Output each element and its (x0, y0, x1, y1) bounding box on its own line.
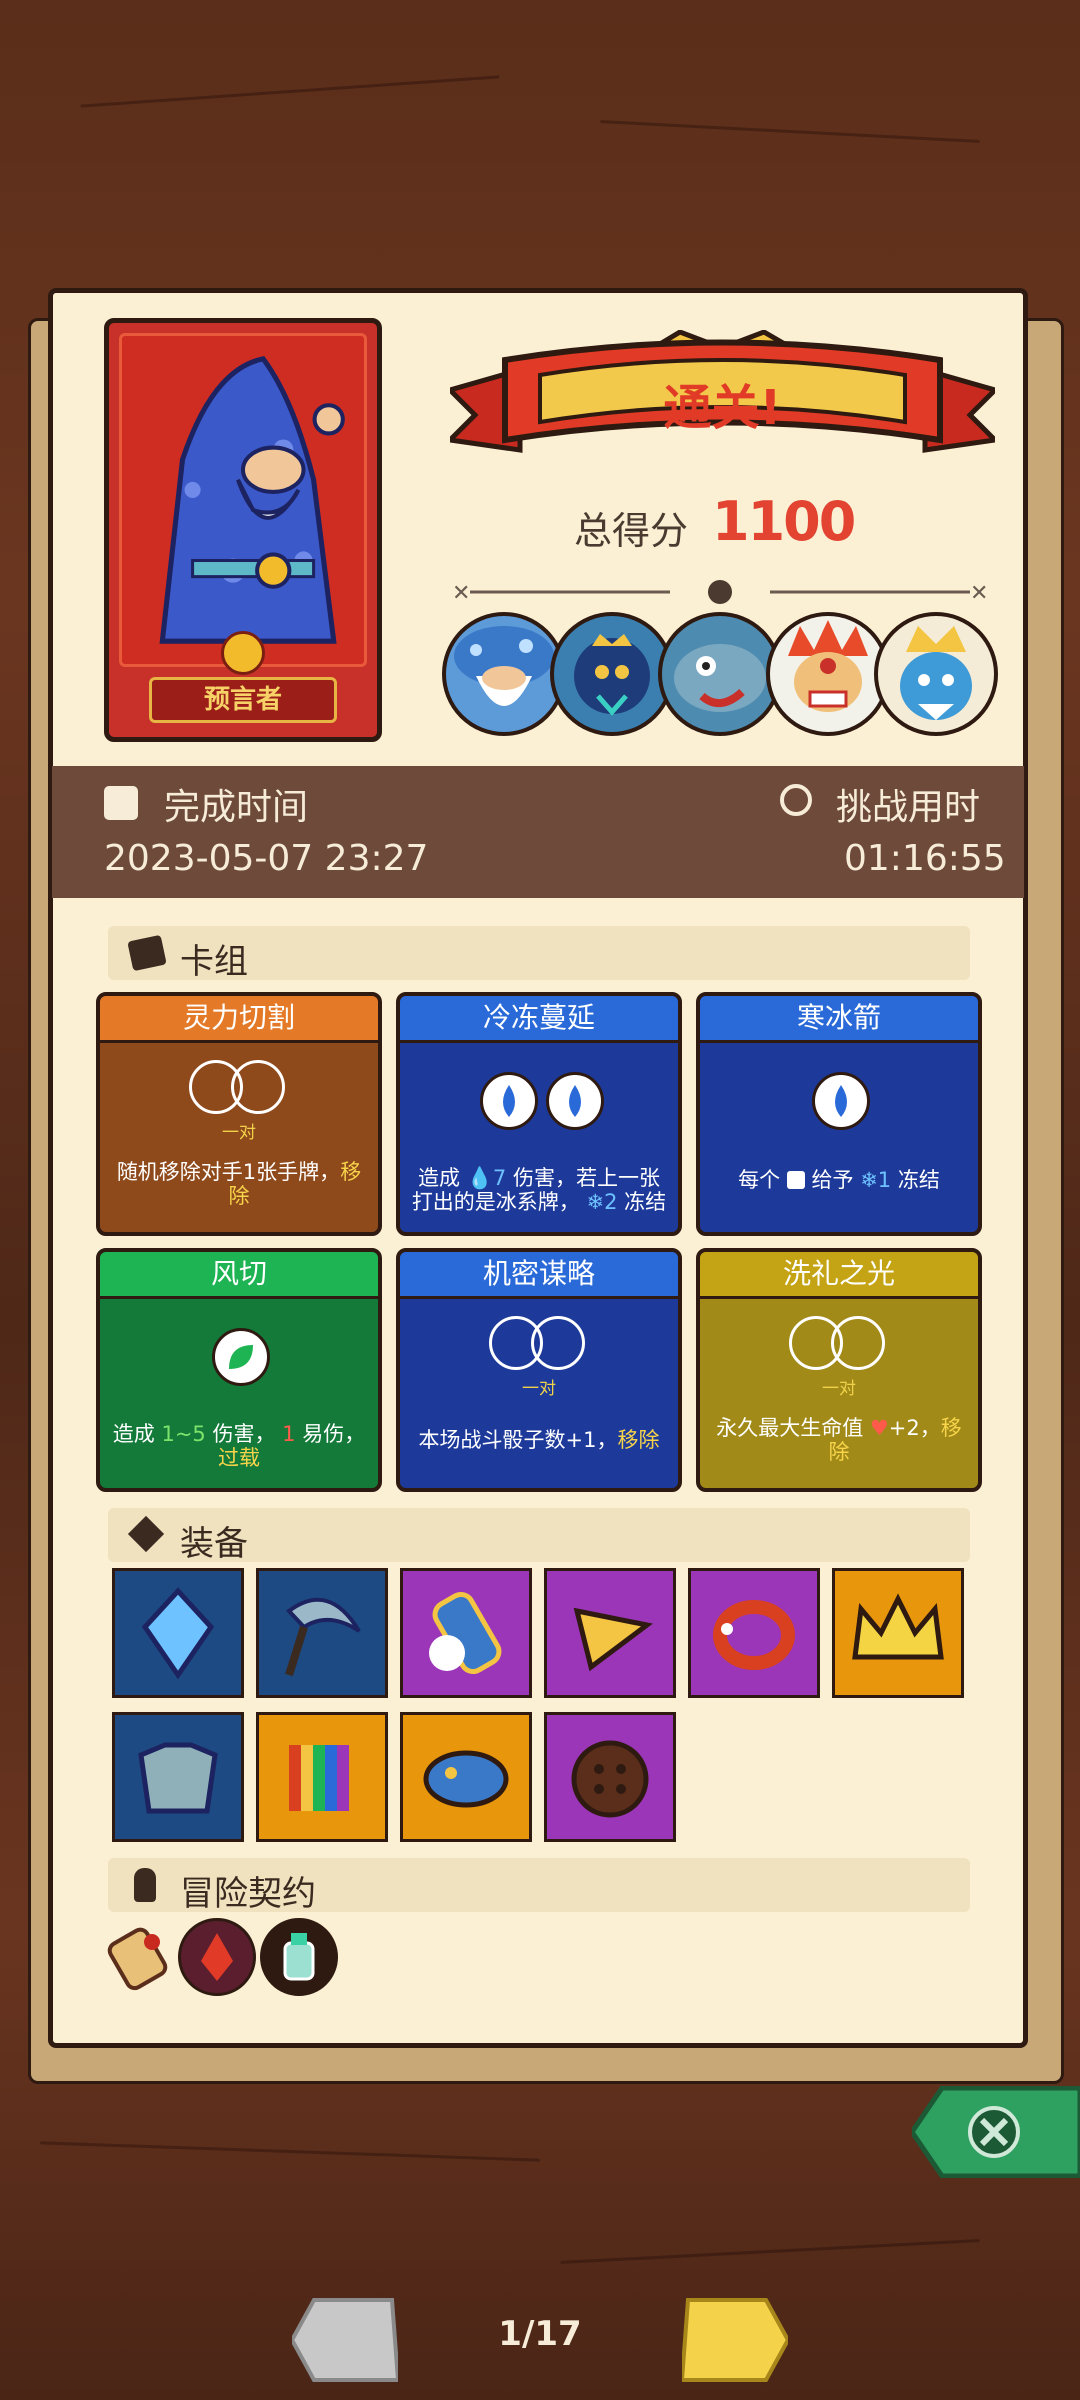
challenge-time-label: 挑战用时 (836, 787, 981, 828)
card-title: 寒冰箭 (700, 996, 978, 1043)
contract-section-header: 冒险契约 (108, 1858, 970, 1914)
page-indicator: 1/17 (498, 2314, 582, 2354)
score-value: 1100 (712, 490, 856, 553)
close-button[interactable] (908, 2085, 1080, 2179)
wood-grain (80, 75, 500, 108)
equipment-title: 装备 (180, 1524, 248, 1564)
paint-palette-icon[interactable] (400, 1712, 532, 1842)
crowned-spider-icon[interactable] (550, 612, 674, 736)
card-description: 本场战斗骰子数+1，移除 (418, 1428, 660, 1452)
next-page-button[interactable] (679, 2296, 791, 2384)
time-band: 完成时间 2023-05-07 23:27 挑战用时 01:16:55 (52, 766, 1024, 898)
wood-grain (600, 120, 980, 143)
wood-grain (40, 2141, 540, 2162)
victory-banner-text: 通关! (663, 380, 782, 436)
card-spirit-cut[interactable]: 灵力切割 一对 随机移除对手1张手牌，移除 (96, 992, 382, 1236)
svg-text:✕: ✕ (970, 581, 988, 606)
card-secret-plan[interactable]: 机密谋略 一对 本场战斗骰子数+1，移除 (396, 1248, 682, 1492)
equipment-section-header: 装备 (108, 1508, 970, 1564)
card-title: 冷冻蔓延 (400, 996, 678, 1043)
card-title: 灵力切割 (100, 996, 378, 1043)
wood-grain (560, 2239, 980, 2264)
card-description: 造成 💧7 伤害，若上一张打出的是冰系牌， ❄2 冻结 (411, 1166, 667, 1214)
challenge-time-value: 01:16:55 (844, 838, 1006, 879)
scale-armor-icon[interactable] (112, 1712, 244, 1842)
rainbow-books-icon[interactable] (256, 1712, 388, 1842)
complete-time-label: 完成时间 (164, 787, 309, 828)
hero-card[interactable]: 预言者 (104, 318, 382, 742)
spiked-bracelet-icon[interactable] (688, 1568, 820, 1698)
scythe-icon[interactable] (256, 1568, 388, 1698)
cards-icon (127, 934, 167, 972)
card-title: 机密谋略 (400, 1252, 678, 1299)
water-drop-icon (480, 1072, 538, 1130)
dice-pair-slot (189, 1060, 289, 1116)
prev-page-button[interactable] (289, 2296, 401, 2384)
cheese-wedge-icon[interactable] (544, 1568, 676, 1698)
card-description: 造成 1~5 伤害， 1 易伤，过载 (112, 1422, 366, 1470)
pair-label: 一对 (222, 1123, 256, 1143)
mushroom-sage-icon[interactable] (442, 612, 566, 736)
score-label: 总得分 (574, 509, 689, 553)
card-description: 每个 给予 ❄1 冻结 (738, 1168, 940, 1192)
contract-title: 冒险契约 (180, 1874, 316, 1914)
red-demon-seal-icon[interactable] (178, 1918, 256, 1996)
hero-portrait (119, 333, 367, 667)
fire-demon-icon[interactable] (766, 612, 890, 736)
cloud-scroll-icon[interactable] (400, 1568, 532, 1698)
card-description: 随机移除对手1张手牌，移除 (116, 1160, 362, 1208)
ice-king-icon[interactable] (874, 612, 998, 736)
wizard-icon (159, 356, 345, 644)
water-drop-icon (812, 1072, 870, 1130)
leaf-icon (212, 1328, 270, 1386)
dice-pair-slot (489, 1316, 589, 1372)
complete-time-value: 2023-05-07 23:27 (104, 838, 429, 879)
boss-divider: ✕ ✕ (440, 572, 1000, 612)
blue-gem-icon[interactable] (112, 1568, 244, 1698)
fish-monster-icon[interactable] (658, 612, 782, 736)
card-frost-spread[interactable]: 冷冻蔓延 造成 💧7 伤害，若上一张打出的是冰系牌， ❄2 冻结 (396, 992, 682, 1236)
potion-bottle-icon[interactable] (260, 1918, 338, 1996)
card-ice-arrow[interactable]: 寒冰箭 每个 给予 ❄1 冻结 (696, 992, 982, 1236)
card-title: 风切 (100, 1252, 378, 1299)
victory-ribbon: 通关! (444, 329, 1001, 480)
star-emblem-icon (221, 631, 265, 675)
card-description: 永久最大生命值 ♥+2，移除 (716, 1416, 962, 1464)
svg-text:✕: ✕ (452, 581, 470, 606)
dice-pair-slot (789, 1316, 889, 1372)
die-icon (786, 1171, 805, 1189)
scroll-icon[interactable] (102, 1918, 172, 1994)
pair-label: 一对 (822, 1379, 856, 1399)
card-title: 洗礼之光 (700, 1252, 978, 1299)
pair-label: 一对 (522, 1379, 556, 1399)
box-icon (127, 1515, 165, 1553)
contract-icon (134, 1868, 156, 1902)
card-baptism-light[interactable]: 洗礼之光 一对 永久最大生命值 ♥+2，移除 (696, 1248, 982, 1492)
water-drop-icon (546, 1072, 604, 1130)
deck-title: 卡组 (180, 942, 248, 982)
gold-crown-icon[interactable] (832, 1568, 964, 1698)
stopwatch-icon (780, 784, 812, 816)
hero-name: 预言者 (149, 677, 337, 723)
deck-section-header: 卡组 (108, 926, 970, 982)
film-icon (104, 786, 138, 820)
button-icon[interactable] (544, 1712, 676, 1842)
card-wind-cut[interactable]: 风切 造成 1~5 伤害， 1 易伤，过载 (96, 1248, 382, 1492)
